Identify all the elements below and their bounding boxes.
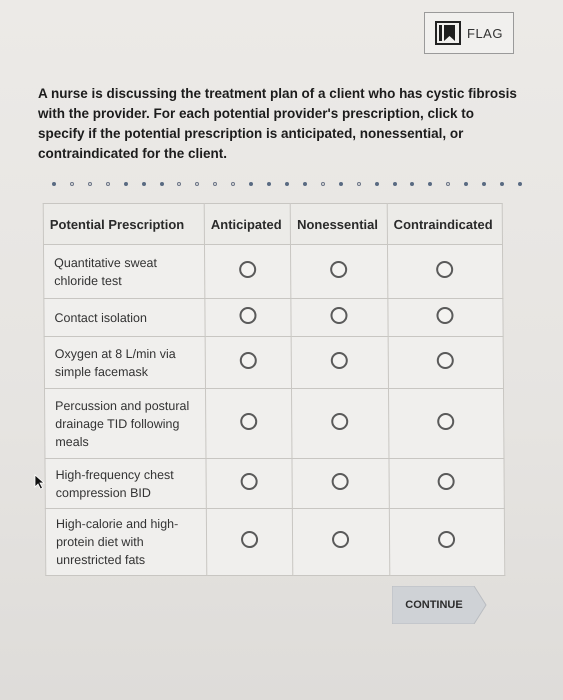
prescription-label: Oxygen at 8 L/min via simple facemask	[44, 336, 206, 389]
progress-dot	[374, 182, 379, 186]
contraindicated-radio[interactable]	[436, 260, 454, 278]
nonessential-radio[interactable]	[330, 306, 349, 324]
contraindicated-cell	[387, 336, 504, 389]
progress-dot	[284, 182, 289, 186]
progress-dot	[231, 182, 236, 186]
header-contraindicated: Contraindicated	[386, 203, 503, 245]
progress-dot	[356, 182, 361, 186]
table-row: High-calorie and high-protein diet with …	[45, 508, 505, 576]
anticipated-cell	[205, 388, 293, 459]
anticipated-cell	[205, 458, 293, 509]
progress-dot	[249, 182, 254, 186]
progress-dots	[52, 180, 522, 188]
anticipated-radio[interactable]	[240, 412, 258, 430]
nonessential-radio[interactable]	[332, 472, 350, 490]
anticipated-radio[interactable]	[239, 260, 257, 278]
nonessential-radio[interactable]	[331, 412, 349, 430]
contraindicated-radio[interactable]	[437, 412, 455, 430]
question-prompt: A nurse is discussing the treatment plan…	[38, 86, 517, 161]
nonessential-cell	[292, 458, 390, 509]
progress-dot	[302, 182, 307, 186]
progress-dot	[69, 182, 74, 186]
contraindicated-cell	[389, 508, 505, 576]
header-nonessential: Nonessential	[290, 203, 388, 245]
prescription-label: Contact isolation	[43, 298, 206, 337]
prescription-label: Percussion and postural drainage TID fol…	[44, 388, 206, 459]
progress-dot	[141, 182, 146, 186]
anticipated-cell	[204, 244, 292, 299]
anticipated-cell	[206, 508, 293, 576]
progress-dot	[320, 182, 325, 186]
progress-dot	[410, 182, 415, 186]
progress-dot	[177, 182, 182, 186]
table-row: Quantitative sweat chloride test	[43, 244, 503, 299]
nonessential-cell	[291, 336, 389, 389]
table-row: Oxygen at 8 L/min via simple facemask	[44, 336, 504, 389]
header-prescription: Potential Prescription	[43, 203, 205, 245]
contraindicated-cell	[388, 388, 504, 459]
prescription-label: High-calorie and high-protein diet with …	[45, 508, 207, 576]
progress-dot	[428, 182, 433, 186]
prescription-label: Quantitative sweat chloride test	[43, 244, 205, 299]
nonessential-radio[interactable]	[332, 531, 350, 548]
nonessential-cell	[292, 508, 390, 576]
anticipated-radio[interactable]	[239, 351, 257, 369]
progress-dot	[517, 182, 522, 186]
contraindicated-cell	[388, 458, 505, 509]
table-row: Percussion and postural drainage TID fol…	[44, 388, 504, 459]
nonessential-cell	[290, 244, 388, 299]
progress-dot	[195, 182, 200, 186]
table-row: Contact isolation	[43, 298, 504, 337]
progress-dot	[87, 182, 92, 186]
header-row: Potential Prescription Anticipated Nones…	[43, 203, 503, 245]
progress-dot	[464, 182, 469, 186]
contraindicated-radio[interactable]	[437, 472, 456, 490]
continue-label: CONTINUE	[405, 599, 463, 611]
progress-dot	[267, 182, 272, 186]
progress-dot	[159, 182, 164, 186]
flag-button[interactable]: FLAG	[424, 12, 514, 54]
header-anticipated: Anticipated	[204, 203, 291, 245]
bookmark-flag-icon	[435, 21, 462, 45]
nonessential-radio[interactable]	[331, 351, 349, 369]
progress-dot	[213, 182, 218, 186]
progress-dot	[123, 182, 128, 186]
progress-dot	[52, 182, 56, 186]
anticipated-cell	[205, 336, 292, 389]
progress-dot	[446, 182, 451, 186]
contraindicated-cell	[387, 298, 504, 337]
nonessential-cell	[291, 298, 388, 337]
prescription-matrix: Potential Prescription Anticipated Nones…	[42, 203, 506, 576]
continue-button[interactable]: CONTINUE	[392, 586, 488, 624]
progress-dot	[482, 182, 487, 186]
progress-dot	[105, 182, 110, 186]
anticipated-cell	[204, 298, 292, 337]
progress-dot	[392, 182, 397, 186]
anticipated-radio[interactable]	[241, 531, 259, 548]
contraindicated-radio[interactable]	[438, 531, 456, 548]
mouse-cursor-icon	[34, 474, 46, 490]
prescription-label: High-frequency chest compression BID	[44, 458, 207, 509]
progress-dot	[338, 182, 343, 186]
table-row: High-frequency chest compression BID	[44, 458, 505, 509]
anticipated-radio[interactable]	[239, 306, 257, 324]
progress-dot	[500, 182, 505, 186]
nonessential-radio[interactable]	[330, 260, 348, 278]
contraindicated-radio[interactable]	[437, 351, 455, 369]
anticipated-radio[interactable]	[240, 472, 258, 490]
exam-page: FLAG A nurse is discussing the treatment…	[0, 0, 563, 700]
nonessential-cell	[291, 388, 389, 459]
contraindicated-cell	[387, 244, 503, 299]
contraindicated-radio[interactable]	[436, 306, 454, 324]
flag-label: FLAG	[467, 25, 503, 41]
